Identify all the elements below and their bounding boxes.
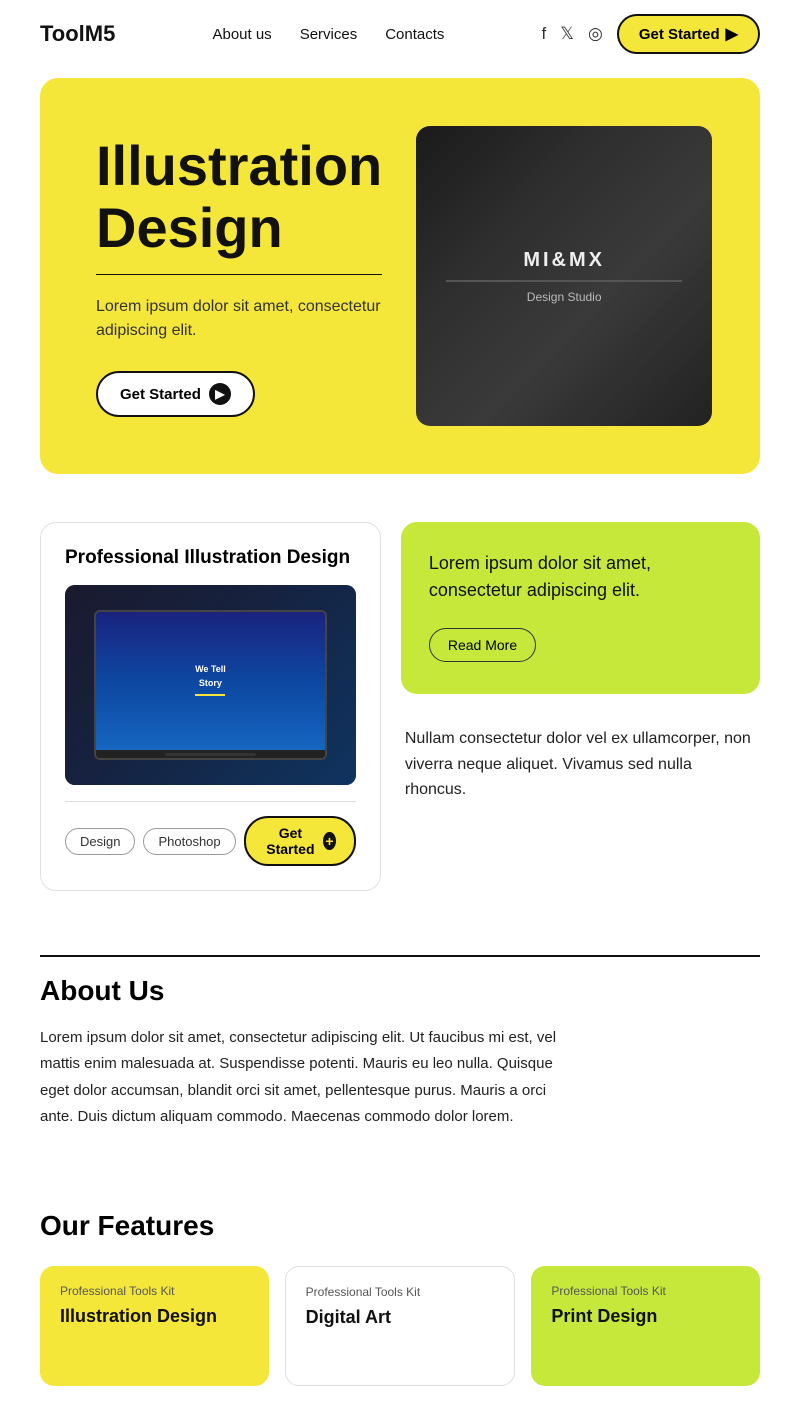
feature-card-label-0: Professional Tools Kit <box>60 1284 249 1298</box>
hero-description: Lorem ipsum dolor sit amet, consectetur … <box>96 295 382 343</box>
nav-about[interactable]: About us <box>212 26 271 43</box>
feature-card-label-2: Professional Tools Kit <box>551 1284 740 1298</box>
arrow-right-icon: ▶ <box>726 24 738 44</box>
arrow-circle-icon: ▶ <box>209 383 231 405</box>
features-cards: Professional Tools Kit Illustration Desi… <box>40 1266 760 1386</box>
text-block-content: Nullam consectetur dolor vel ex ullamcor… <box>405 726 756 803</box>
text-block-card: Nullam consectetur dolor vel ex ullamcor… <box>401 710 760 819</box>
nav-contacts[interactable]: Contacts <box>385 26 444 43</box>
left-card-image: We TellStory <box>65 585 356 785</box>
tag-design[interactable]: Design <box>65 828 135 855</box>
hero-left: Illustration Design Lorem ipsum dolor si… <box>96 135 382 417</box>
features-title: Our Features <box>40 1210 760 1242</box>
logo: ToolM5 <box>40 21 115 47</box>
card-get-started-button[interactable]: Get Started + <box>244 816 356 866</box>
about-body: Lorem ipsum dolor sit amet, consectetur … <box>40 1025 560 1130</box>
left-card-title: Professional Illustration Design <box>65 547 356 569</box>
about-section: About Us Lorem ipsum dolor sit amet, con… <box>40 955 760 1170</box>
hero-section: Illustration Design Lorem ipsum dolor si… <box>40 78 760 474</box>
plus-icon: + <box>323 832 336 850</box>
hero-image-label: MI&MX <box>523 249 605 272</box>
left-card: Professional Illustration Design We Tell… <box>40 522 381 891</box>
feature-card-2: Professional Tools Kit Print Design <box>531 1266 760 1386</box>
green-card-text: Lorem ipsum dolor sit amet, consectetur … <box>429 550 732 604</box>
tag-photoshop[interactable]: Photoshop <box>143 828 235 855</box>
hero-get-started-button[interactable]: Get Started ▶ <box>96 371 255 417</box>
feature-card-0: Professional Tools Kit Illustration Desi… <box>40 1266 269 1386</box>
green-card: Lorem ipsum dolor sit amet, consectetur … <box>401 522 760 694</box>
feature-card-title-0: Illustration Design <box>60 1306 249 1327</box>
about-title: About Us <box>40 975 760 1007</box>
right-cards: Lorem ipsum dolor sit amet, consectetur … <box>401 522 760 891</box>
feature-card-label-1: Professional Tools Kit <box>306 1285 495 1299</box>
hero-image: MI&MX Design Studio <box>416 126 712 426</box>
facebook-icon[interactable]: f <box>542 24 547 44</box>
twitter-icon[interactable]: 𝕏 <box>560 24 574 44</box>
instagram-icon[interactable]: ◎ <box>588 24 603 44</box>
feature-card-title-1: Digital Art <box>306 1307 495 1328</box>
cards-section: Professional Illustration Design We Tell… <box>40 522 760 891</box>
read-more-button[interactable]: Read More <box>429 628 536 662</box>
nav-links: About us Services Contacts <box>212 26 444 43</box>
feature-card-title-2: Print Design <box>551 1306 740 1327</box>
feature-card-1: Professional Tools Kit Digital Art <box>285 1266 516 1386</box>
hero-title: Illustration Design <box>96 135 382 258</box>
navbar: ToolM5 About us Services Contacts f 𝕏 ◎ … <box>0 0 800 68</box>
social-icons: f 𝕏 ◎ <box>542 24 603 44</box>
nav-services[interactable]: Services <box>300 26 358 43</box>
features-section: Our Features Professional Tools Kit Illu… <box>40 1210 760 1386</box>
card-tags: Design Photoshop Get Started + <box>65 816 356 866</box>
nav-get-started-button[interactable]: Get Started ▶ <box>617 14 760 54</box>
